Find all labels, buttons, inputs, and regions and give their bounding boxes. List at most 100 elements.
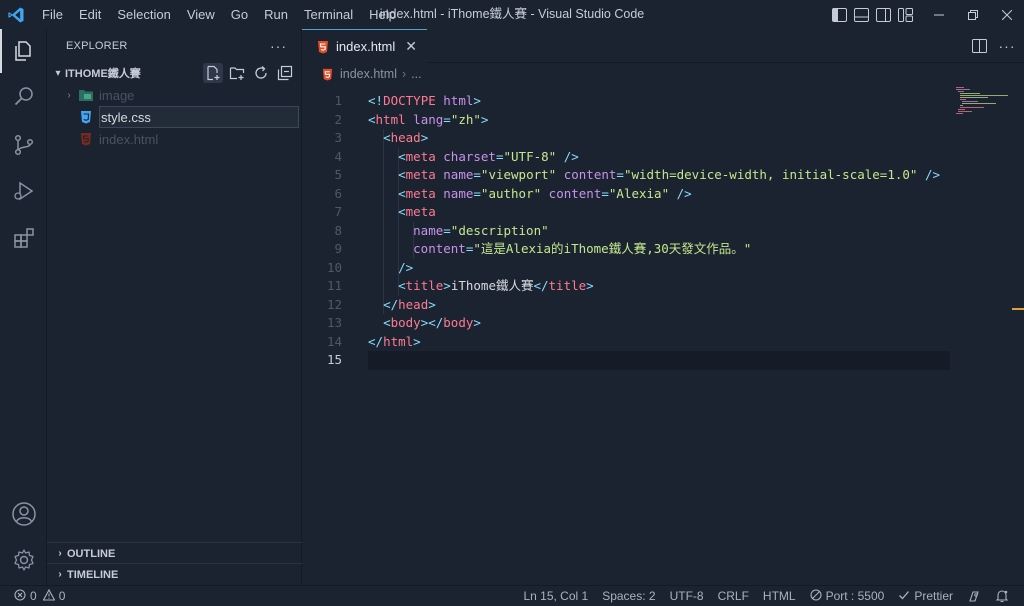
code-token: html: [375, 111, 406, 127]
notifications-bell-icon[interactable]: [988, 589, 1016, 603]
close-window-button[interactable]: [990, 0, 1024, 29]
more-actions-icon[interactable]: ···: [996, 35, 1018, 57]
line-number: 5: [334, 167, 342, 182]
restore-button[interactable]: [956, 0, 990, 29]
timeline-section[interactable]: › TIMELINE: [47, 563, 302, 585]
accounts-icon[interactable]: [0, 492, 47, 536]
code-text: <!DOCTYPE html>: [368, 92, 481, 111]
code-token: html: [383, 333, 414, 349]
code-token: body: [390, 315, 421, 330]
toggle-panel-icon[interactable]: [850, 0, 872, 29]
code-line[interactable]: 5 <meta name="viewport" content="width=d…: [302, 166, 950, 185]
menu-terminal[interactable]: Terminal: [296, 0, 361, 29]
code-line[interactable]: 6 <meta name="author" content="Alexia" /…: [302, 185, 950, 204]
line-number: 13: [326, 315, 342, 330]
code-token: <: [383, 130, 391, 145]
run-debug-icon[interactable]: [0, 169, 47, 213]
line-number: 1: [334, 93, 342, 108]
chevron-right-icon: ›: [401, 67, 407, 81]
rename-file-input[interactable]: [99, 106, 299, 128]
settings-gear-icon[interactable]: [0, 538, 47, 582]
refresh-explorer-button[interactable]: [251, 63, 271, 83]
tree-folder-image[interactable]: › image: [47, 84, 301, 106]
prettier-label: Prettier: [914, 589, 953, 603]
tree-file-style-css[interactable]: [47, 106, 301, 128]
code-line[interactable]: 11 <title>iThome鐵人賽</title>: [302, 277, 950, 296]
minimap[interactable]: [950, 85, 1024, 585]
code-line[interactable]: 15: [302, 351, 950, 370]
indentation[interactable]: Spaces: 2: [595, 589, 662, 603]
code-token: <!: [368, 93, 384, 108]
code-line[interactable]: 7 <meta: [302, 203, 950, 222]
menu-edit[interactable]: Edit: [71, 0, 109, 29]
menu-go[interactable]: Go: [223, 0, 256, 29]
code-token: body: [443, 315, 474, 330]
prettier-status[interactable]: Prettier: [891, 589, 960, 604]
tab-bar: index.html ✕ ···: [302, 29, 1024, 63]
language-mode[interactable]: HTML: [756, 589, 803, 603]
breadcrumb-more[interactable]: ...: [411, 67, 421, 81]
toggle-secondary-sidebar-icon[interactable]: [872, 0, 894, 29]
menu-file[interactable]: File: [34, 0, 71, 29]
code-line[interactable]: 2 <html lang="zh">: [302, 111, 950, 130]
outline-section[interactable]: › OUTLINE: [47, 542, 302, 564]
code-line[interactable]: 13 <body></body>: [302, 314, 950, 333]
code-token: name: [413, 222, 444, 238]
code-token: ></: [420, 315, 444, 330]
new-file-button[interactable]: [203, 63, 223, 83]
vscode-logo-icon: [0, 0, 32, 29]
tree-file-index-html[interactable]: index.html: [47, 128, 301, 150]
file-encoding[interactable]: UTF-8: [663, 589, 711, 603]
workspace-folder[interactable]: ▾ ITHOME鐵人賽: [47, 62, 301, 84]
end-of-line[interactable]: CRLF: [711, 589, 756, 603]
line-number: 14: [326, 333, 342, 349]
cursor-position[interactable]: Ln 15, Col 1: [516, 589, 595, 603]
line-number: 9: [334, 241, 342, 256]
menu-run[interactable]: Run: [256, 0, 296, 29]
code-editor[interactable]: 1 <!DOCTYPE html> 2 <html lang="zh"> 3 <head…: [302, 85, 950, 585]
code-line[interactable]: 9 content="這是Alexia的iThome鐵人賽,30天發文作品。": [302, 240, 950, 259]
chevron-right-icon: ›: [58, 548, 62, 559]
error-count: 0: [30, 589, 37, 603]
explorer-more-actions-button[interactable]: ···: [270, 38, 287, 54]
menu-selection[interactable]: Selection: [109, 0, 178, 29]
code-line[interactable]: 10 />: [302, 259, 950, 278]
source-control-icon[interactable]: [0, 123, 47, 167]
collapse-folders-button[interactable]: [275, 63, 295, 83]
code-line[interactable]: 14 </html>: [302, 333, 950, 352]
feedback-icon[interactable]: [960, 589, 988, 603]
active-indicator: [0, 29, 2, 73]
code-text: <head>: [368, 129, 428, 148]
code-line[interactable]: 12 </head>: [302, 296, 950, 315]
code-token: </: [383, 296, 399, 312]
menu-view[interactable]: View: [179, 0, 223, 29]
customize-layout-icon[interactable]: [894, 0, 916, 29]
explorer-icon[interactable]: [0, 29, 47, 73]
code-line[interactable]: 3 <head>: [302, 129, 950, 148]
html-file-icon: [314, 40, 332, 54]
extensions-icon[interactable]: [0, 216, 47, 260]
breadcrumb-file[interactable]: index.html: [340, 67, 397, 81]
search-icon[interactable]: [0, 75, 47, 119]
live-server-port[interactable]: Port : 5500: [803, 588, 892, 604]
code-line[interactable]: 4 <meta charset="UTF-8" />: [302, 148, 950, 167]
tab-index-html[interactable]: index.html ✕: [302, 29, 427, 63]
toggle-primary-sidebar-icon[interactable]: [828, 0, 850, 29]
new-folder-button[interactable]: [227, 63, 247, 83]
code-token: meta: [405, 204, 436, 219]
css-file-icon: [77, 110, 95, 124]
split-editor-icon[interactable]: [968, 35, 990, 57]
live-server-port-label: Port : 5500: [825, 589, 885, 603]
code-text: <meta name="author" content="Alexia" />: [368, 185, 692, 204]
code-line[interactable]: 1 <!DOCTYPE html>: [302, 92, 950, 111]
code-line[interactable]: 8 name="description": [302, 222, 950, 241]
menu-help[interactable]: Help: [361, 0, 404, 29]
code-token: "這是Alexia的iThome鐵人賽,30天發文作品。": [473, 241, 752, 256]
minimize-button[interactable]: [922, 0, 956, 29]
problems-indicator[interactable]: 0 0: [0, 588, 65, 604]
close-tab-icon[interactable]: ✕: [405, 38, 417, 55]
breadcrumb: index.html › ...: [302, 63, 1024, 85]
